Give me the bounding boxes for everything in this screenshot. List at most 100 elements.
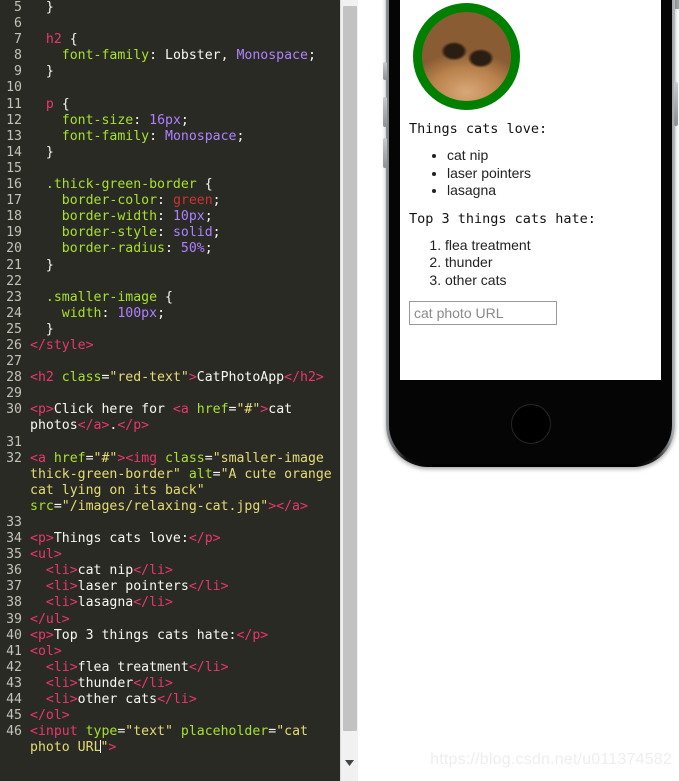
code-line[interactable]: 17 border-color: green;	[0, 193, 340, 209]
code-line-content[interactable]: <li>thunder</li>	[30, 676, 340, 692]
code-line[interactable]: 40 <p>Top 3 things cats hate:</p>	[0, 628, 340, 644]
code-line-content[interactable]: border-width: 10px;	[30, 209, 340, 225]
things-cats-hate-list: flea treatment thunder other cats	[409, 237, 652, 290]
code-line-content[interactable]: .thick-green-border {	[30, 177, 340, 193]
phone-power-button[interactable]	[674, 82, 678, 126]
code-line-content[interactable]: h2 {	[30, 32, 340, 48]
code-line-content[interactable]: border-color: green;	[30, 193, 340, 209]
editor-vertical-scrollbar[interactable]	[340, 0, 358, 781]
code-line[interactable]: 24 width: 100px;	[0, 306, 340, 322]
code-line-content[interactable]: <li>laser pointers</li>	[30, 579, 340, 595]
code-line-content[interactable]: </style>	[30, 338, 340, 354]
code-line-content[interactable]: <p>Things cats love:</p>	[30, 531, 340, 547]
code-line[interactable]: 26 </style>	[0, 338, 340, 354]
code-line[interactable]: 27	[0, 354, 340, 370]
code-line[interactable]: 11 p {	[0, 97, 340, 113]
scroll-down-arrow-icon[interactable]	[341, 745, 358, 781]
code-line-content[interactable]: }	[30, 0, 340, 16]
code-line-content[interactable]	[30, 16, 340, 32]
code-line-content[interactable]: <p>Top 3 things cats hate:</p>	[30, 628, 340, 644]
code-line[interactable]: 21 }	[0, 258, 340, 274]
code-line[interactable]: 42 <li>flea treatment</li>	[0, 660, 340, 676]
code-line[interactable]: 44 <li>other cats</li>	[0, 692, 340, 708]
code-line[interactable]: 5 }	[0, 0, 340, 16]
code-line-content[interactable]: }	[30, 258, 340, 274]
code-line-content[interactable]: font-family: Monospace;	[30, 129, 340, 145]
code-line[interactable]: 30 <p>Click here for <a href="#">cat phot…	[0, 402, 340, 434]
code-line-content[interactable]: border-radius: 50%;	[30, 241, 340, 257]
phone-volume-up-button[interactable]	[383, 97, 387, 127]
code-line-content[interactable]: <li>lasagna</li>	[30, 595, 340, 611]
cat-photo-image[interactable]	[413, 3, 520, 110]
code-line[interactable]: 32 <a href="#"><img class="smaller-image …	[0, 451, 340, 515]
code-line-content[interactable]: <a href="#"><img class="smaller-image th…	[30, 451, 340, 515]
code-line[interactable]: 34 <p>Things cats love:</p>	[0, 531, 340, 547]
code-line-content[interactable]: border-style: solid;	[30, 225, 340, 241]
phone-home-button[interactable]	[510, 404, 551, 444]
code-line-content[interactable]	[30, 354, 340, 370]
code-line[interactable]: 12 font-size: 16px;	[0, 113, 340, 129]
code-line[interactable]: 25 }	[0, 322, 340, 338]
code-line[interactable]: 22	[0, 274, 340, 290]
code-line[interactable]: 35 <ul>	[0, 547, 340, 563]
scrollbar-thumb[interactable]	[343, 6, 357, 731]
code-line[interactable]: 20 border-radius: 50%;	[0, 241, 340, 257]
code-line[interactable]: 7 h2 {	[0, 32, 340, 48]
code-line[interactable]: 16 .thick-green-border {	[0, 177, 340, 193]
code-line[interactable]: 10	[0, 80, 340, 96]
code-line-content[interactable]: </ol>	[30, 708, 340, 724]
code-line-content[interactable]: }	[30, 145, 340, 161]
code-line[interactable]: 19 border-style: solid;	[0, 225, 340, 241]
code-editor-pane[interactable]: 5 } 6 7 h2 {8 font-family: Lobster, Monos…	[0, 0, 340, 781]
code-line-content[interactable]: <h2 class="red-text">CatPhotoApp</h2>	[30, 370, 340, 386]
code-editor-text[interactable]: 5 } 6 7 h2 {8 font-family: Lobster, Monos…	[0, 0, 340, 756]
code-line[interactable]: 23 .smaller-image {	[0, 290, 340, 306]
code-line-content[interactable]: <li>other cats</li>	[30, 692, 340, 708]
code-line[interactable]: 13 font-family: Monospace;	[0, 129, 340, 145]
code-line-content[interactable]: }	[30, 64, 340, 80]
code-line[interactable]: 14 }	[0, 145, 340, 161]
code-line-content[interactable]	[30, 161, 340, 177]
code-line[interactable]: 45 </ol>	[0, 708, 340, 724]
code-line[interactable]: 43 <li>thunder</li>	[0, 676, 340, 692]
line-number: 9	[14, 64, 22, 80]
code-line-content[interactable]: font-size: 16px;	[30, 113, 340, 129]
code-line[interactable]: 29	[0, 386, 340, 402]
code-line-content[interactable]: font-family: Lobster, Monospace;	[30, 48, 340, 64]
code-line-content[interactable]: </ul>	[30, 612, 340, 628]
phone-volume-down-button[interactable]	[383, 138, 387, 168]
cat-image-link[interactable]	[409, 3, 652, 110]
code-line[interactable]: 8 font-family: Lobster, Monospace;	[0, 48, 340, 64]
code-line-content[interactable]	[30, 515, 340, 531]
code-line[interactable]: 33	[0, 515, 340, 531]
code-line[interactable]: 18 border-width: 10px;	[0, 209, 340, 225]
code-line-content[interactable]: width: 100px;	[30, 306, 340, 322]
code-line[interactable]: 37 <li>laser pointers</li>	[0, 579, 340, 595]
code-line-content[interactable]	[30, 80, 340, 96]
code-line-content[interactable]: <ol>	[30, 644, 340, 660]
code-line[interactable]: 15	[0, 161, 340, 177]
code-line-content[interactable]: p {	[30, 97, 340, 113]
code-line[interactable]: 9 }	[0, 64, 340, 80]
code-line-content[interactable]: <p>Click here for <a href="#">cat photos…	[30, 402, 340, 434]
code-line-content[interactable]: <li>cat nip</li>	[30, 563, 340, 579]
code-line[interactable]: 38 <li>lasagna</li>	[0, 595, 340, 611]
phone-mute-switch[interactable]	[383, 62, 387, 80]
code-line[interactable]: 28 <h2 class="red-text">CatPhotoApp</h2>	[0, 370, 340, 386]
cat-photo-url-input[interactable]	[409, 301, 557, 325]
code-line-content[interactable]: <ul>	[30, 547, 340, 563]
code-line-content[interactable]	[30, 274, 340, 290]
code-line[interactable]: 39 </ul>	[0, 612, 340, 628]
code-line-content[interactable]: }	[30, 322, 340, 338]
code-line-content[interactable]: .smaller-image {	[30, 290, 340, 306]
code-line[interactable]: 46 <input type="text" placeholder="cat ph…	[0, 724, 340, 756]
code-line-content[interactable]	[30, 435, 340, 451]
code-line[interactable]: 41 <ol>	[0, 644, 340, 660]
code-line-content[interactable]: <li>flea treatment</li>	[30, 660, 340, 676]
code-line-content[interactable]	[30, 386, 340, 402]
code-line[interactable]: 6	[0, 16, 340, 32]
code-line-content[interactable]: <input type="text" placeholder="cat phot…	[30, 724, 340, 756]
code-line[interactable]: 31	[0, 435, 340, 451]
code-line[interactable]: 36 <li>cat nip</li>	[0, 563, 340, 579]
